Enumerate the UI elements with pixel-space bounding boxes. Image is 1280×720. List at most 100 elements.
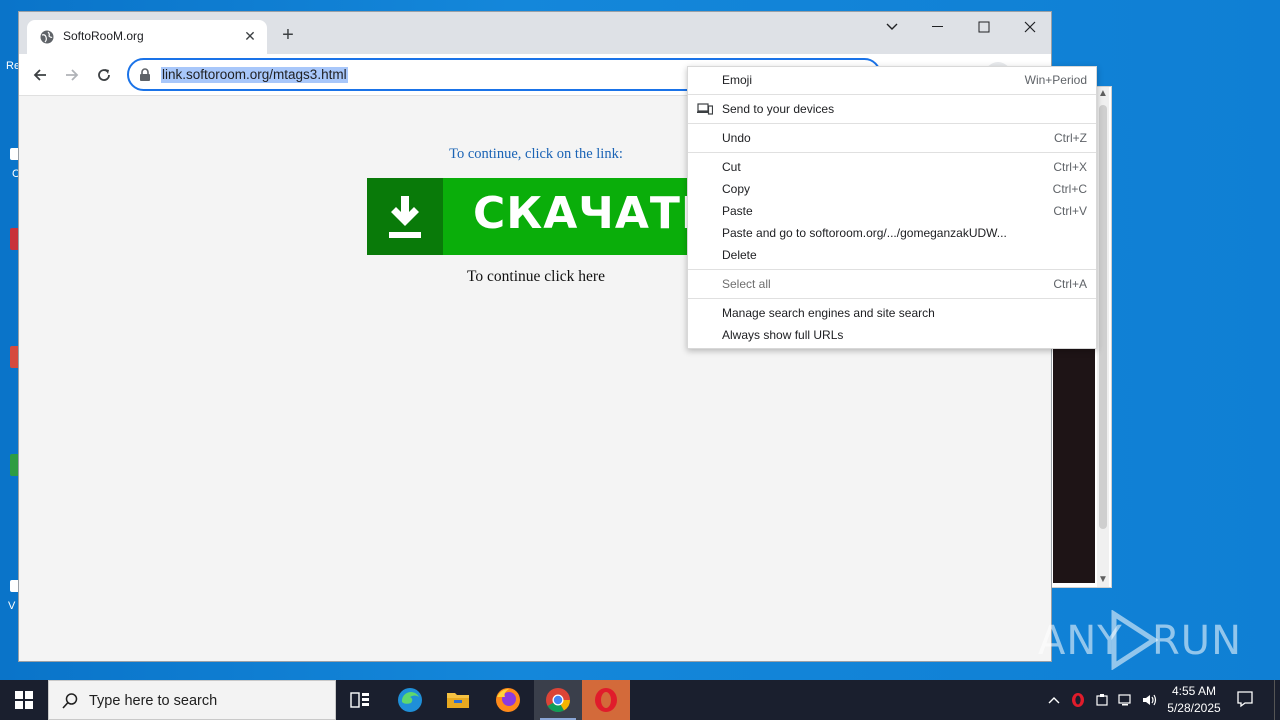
forward-button[interactable] <box>61 64 83 86</box>
menu-item-cut[interactable]: Cut Ctrl+X <box>688 156 1096 178</box>
menu-item-shortcut: Ctrl+Z <box>1054 131 1087 145</box>
menu-separator <box>688 269 1096 270</box>
maximize-button[interactable] <box>961 12 1007 42</box>
globe-icon <box>40 30 54 44</box>
maximize-icon <box>978 21 990 33</box>
tray-device[interactable] <box>1092 690 1112 710</box>
search-placeholder: Type here to search <box>89 693 218 709</box>
forward-arrow-icon <box>66 69 79 81</box>
menu-separator <box>688 94 1096 95</box>
chevron-up-icon <box>1048 697 1060 704</box>
menu-item-label: Cut <box>722 160 741 174</box>
back-arrow-icon <box>33 69 46 81</box>
desktop-fragment: V <box>8 600 16 612</box>
close-tab-icon[interactable]: ✕ <box>241 27 259 45</box>
reload-icon <box>98 69 110 81</box>
scroll-down-icon[interactable]: ▼ <box>1097 573 1109 587</box>
start-button[interactable] <box>0 680 48 720</box>
tray-volume[interactable] <box>1140 690 1160 710</box>
menu-item-send-to-devices[interactable]: Send to your devices <box>688 98 1096 120</box>
taskbar-search-box[interactable]: Type here to search <box>48 680 336 720</box>
scrollbar[interactable]: ▲ ▼ <box>1097 87 1109 587</box>
taskbar-clock[interactable]: 4:55 AM 5/28/2025 <box>1160 683 1228 717</box>
search-icon <box>62 693 78 709</box>
menu-item-copy[interactable]: Copy Ctrl+C <box>688 178 1096 200</box>
network-icon <box>1118 694 1131 706</box>
menu-item-label: Undo <box>722 131 751 145</box>
minimize-button[interactable] <box>915 12 961 42</box>
menu-separator <box>688 123 1096 124</box>
task-view-icon <box>350 692 369 708</box>
menu-item-paste-and-go[interactable]: Paste and go to softoroom.org/.../gomega… <box>688 222 1096 244</box>
menu-item-emoji[interactable]: Emoji Win+Period <box>688 69 1096 91</box>
url-text[interactable]: link.softoroom.org/mtags3.html <box>161 67 348 83</box>
download-arrow-icon <box>389 195 421 238</box>
menu-item-shortcut: Win+Period <box>1024 73 1087 87</box>
menu-separator <box>688 152 1096 153</box>
tab-title: SoftoRooM.org <box>63 29 144 43</box>
reload-button[interactable] <box>93 64 115 86</box>
tray-network[interactable] <box>1116 690 1136 710</box>
chevron-down-icon <box>886 23 898 30</box>
background-window-content <box>1053 349 1095 583</box>
close-button[interactable] <box>1007 12 1053 42</box>
tray-opera[interactable] <box>1068 690 1088 710</box>
download-icon-box <box>367 178 443 255</box>
download-button[interactable]: СКАЧАТЬ <box>367 178 697 255</box>
context-menu: Emoji Win+Period Send to your devices Un… <box>687 66 1097 349</box>
menu-item-label: Manage search engines and site search <box>722 306 935 320</box>
scroll-up-icon[interactable]: ▲ <box>1097 87 1109 101</box>
menu-item-label: Send to your devices <box>722 102 835 116</box>
devices-icon <box>697 103 713 115</box>
taskbar: Type here to search 4:55 AM 5/28/2025 <box>0 680 1280 720</box>
taskbar-edge[interactable] <box>386 680 434 720</box>
tab-bar: SoftoRooM.org ✕ + <box>19 12 1051 54</box>
menu-item-label: Copy <box>722 182 751 196</box>
new-tab-button[interactable]: + <box>277 25 299 47</box>
watermark-text-right: RUN <box>1152 618 1242 664</box>
usb-device-icon <box>1096 694 1108 706</box>
clock-time: 4:55 AM <box>1171 684 1217 698</box>
close-icon <box>1024 21 1036 33</box>
show-desktop-button[interactable] <box>1274 680 1280 720</box>
chrome-icon <box>546 688 570 713</box>
menu-item-shortcut: Ctrl+X <box>1053 160 1087 174</box>
download-label: СКАЧАТЬ <box>473 188 697 239</box>
menu-item-shortcut: Ctrl+C <box>1052 182 1087 196</box>
taskbar-firefox[interactable] <box>484 680 532 720</box>
menu-item-shortcut: Ctrl+A <box>1053 277 1087 291</box>
menu-item-manage-search-engines[interactable]: Manage search engines and site search <box>688 302 1096 324</box>
menu-separator <box>688 298 1096 299</box>
menu-item-label: Always show full URLs <box>722 328 844 342</box>
watermark: ANY RUN <box>1038 610 1241 670</box>
tab-softoroom[interactable]: SoftoRooM.org ✕ <box>27 20 267 54</box>
menu-item-delete[interactable]: Delete <box>688 244 1096 266</box>
menu-item-shortcut: Ctrl+V <box>1053 204 1087 218</box>
taskbar-opera[interactable] <box>582 680 630 720</box>
menu-item-paste[interactable]: Paste Ctrl+V <box>688 200 1096 222</box>
show-hidden-icons-button[interactable] <box>1044 690 1064 710</box>
menu-item-label: Paste <box>722 204 753 218</box>
task-view-button[interactable] <box>336 680 384 720</box>
volume-icon <box>1143 694 1157 706</box>
edge-icon <box>398 688 422 712</box>
back-button[interactable] <box>29 64 51 86</box>
scrollbar-thumb[interactable] <box>1099 105 1107 529</box>
menu-item-label: Paste and go to softoroom.org/.../gomega… <box>722 226 1007 240</box>
notification-button[interactable] <box>1236 690 1258 710</box>
opera-icon <box>595 688 617 712</box>
lock-icon[interactable] <box>139 68 151 82</box>
menu-item-undo[interactable]: Undo Ctrl+Z <box>688 127 1096 149</box>
folder-icon <box>447 693 469 708</box>
menu-item-select-all[interactable]: Select all Ctrl+A <box>688 273 1096 295</box>
menu-item-label: Delete <box>722 248 757 262</box>
opera-tray-icon <box>1072 693 1084 707</box>
tab-search-button[interactable] <box>869 12 915 42</box>
taskbar-chrome[interactable] <box>534 680 582 720</box>
windows-logo-icon <box>15 691 33 709</box>
menu-item-always-show-full-urls[interactable]: Always show full URLs <box>688 324 1096 346</box>
notification-icon <box>1237 691 1253 708</box>
taskbar-file-explorer[interactable] <box>434 680 482 720</box>
minimize-icon <box>932 26 943 27</box>
clock-date: 5/28/2025 <box>1167 701 1221 715</box>
